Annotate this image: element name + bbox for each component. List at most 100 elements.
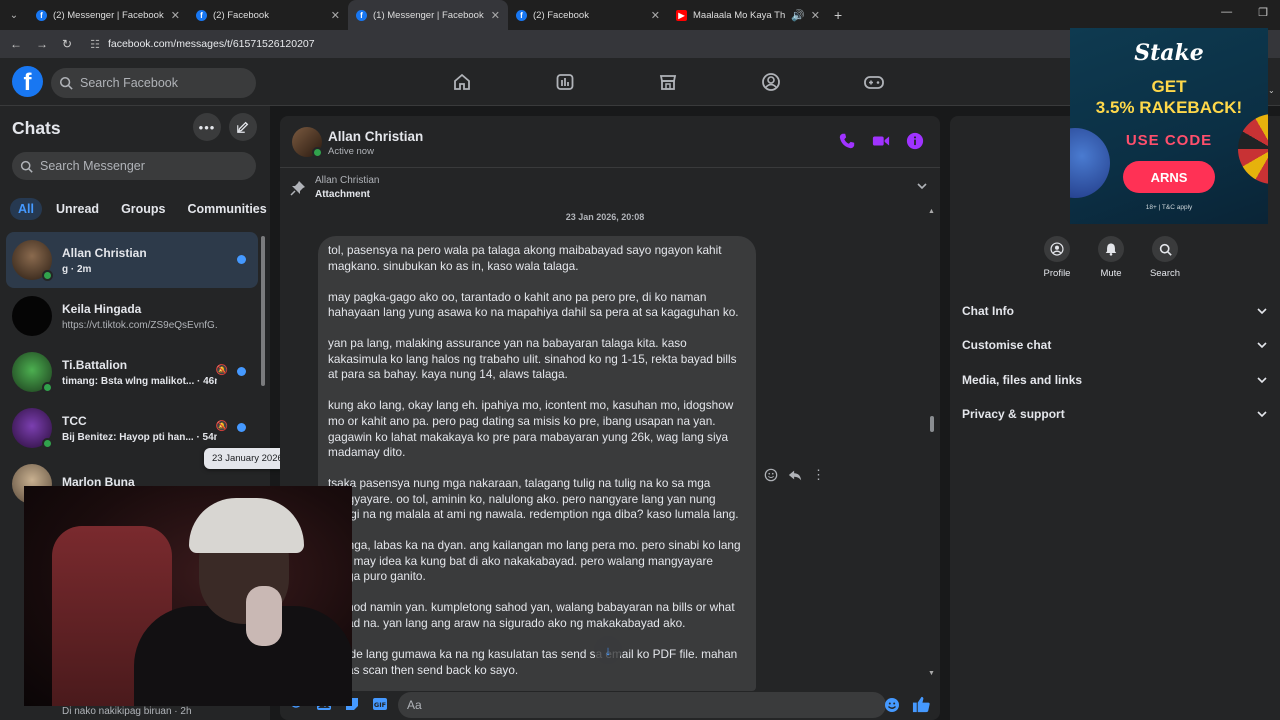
avatar[interactable]: [292, 127, 323, 158]
reload-icon[interactable]: ↻: [62, 37, 72, 51]
tab-title: (2) Facebook: [533, 9, 589, 21]
section-label: Chat Info: [962, 304, 1014, 318]
nav-gaming[interactable]: [822, 58, 925, 106]
scroll-to-bottom-button[interactable]: ↓: [594, 636, 622, 664]
close-tab-icon[interactable]: ✕: [331, 9, 340, 22]
advertisement-banner[interactable]: Stake GET 3.5% RAKEBACK! USE CODE ARNS 18…: [1070, 28, 1268, 224]
composer-placeholder: Aa: [407, 698, 422, 712]
facebook-search-input[interactable]: Search Facebook: [51, 68, 256, 98]
site-info-icon[interactable]: ☷: [90, 38, 100, 51]
nav-groups[interactable]: [719, 58, 822, 106]
browser-tab-4[interactable]: f (2) Facebook ✕: [508, 0, 668, 30]
ad-fine-print: 18+ | T&C apply: [1145, 204, 1193, 211]
chat-preview: Bij Benitez: Hayop pti han... · 54m: [62, 431, 217, 443]
filter-all[interactable]: All: [10, 198, 42, 220]
close-tab-icon[interactable]: ✕: [171, 9, 180, 22]
ad-headline-line: 3.5% RAKEBACK!: [1095, 98, 1243, 117]
marketplace-icon: [659, 75, 676, 90]
nav-marketplace[interactable]: [616, 58, 719, 106]
forward-icon[interactable]: →: [36, 37, 48, 51]
close-tab-icon[interactable]: ✕: [811, 9, 820, 22]
svg-text:GIF: GIF: [374, 701, 386, 709]
address-bar[interactable]: ☷ facebook.com/messages/t/61571526120207: [90, 38, 315, 51]
chat-item-allan-christian[interactable]: Allan Christian g · 2m: [6, 232, 258, 288]
browser-tab-5[interactable]: ▶ Maalaala Mo Kaya Theme 🔊 ✕: [668, 0, 828, 30]
back-icon[interactable]: ←: [10, 37, 22, 51]
chat-preview: Di nako nakikipag biruan · 2h: [62, 706, 192, 717]
groups-icon: [761, 73, 780, 91]
filter-communities[interactable]: Communities: [180, 198, 275, 220]
nav-home[interactable]: [410, 58, 513, 106]
info-actions: Profile Mute Search: [1040, 236, 1182, 279]
like-icon[interactable]: [912, 695, 931, 714]
section-label: Customise chat: [962, 338, 1052, 352]
search-placeholder: Search Messenger: [40, 159, 145, 173]
search-button[interactable]: Search: [1148, 236, 1182, 279]
info-icon[interactable]: [906, 132, 924, 150]
pinned-message[interactable]: Allan Christian Attachment: [280, 168, 940, 210]
scroll-up-icon[interactable]: ▲: [928, 208, 935, 215]
chat-item-ti-battalion[interactable]: Ti.Battalion timang: Bsta wlng malikot...…: [6, 344, 258, 400]
contact-status: Active now: [328, 146, 374, 157]
new-tab-button[interactable]: +: [834, 7, 842, 23]
nav-video[interactable]: [513, 58, 616, 106]
chat-item-keila-hingada[interactable]: Keila Hingada https://vt.tiktok.com/ZS9eQ…: [6, 288, 258, 344]
scroll-down-icon[interactable]: ▼: [928, 670, 935, 677]
message-paragraph: tsaka pasensya nung mga nakaraan, talaga…: [328, 476, 739, 522]
online-indicator: [42, 382, 53, 393]
filter-groups[interactable]: Groups: [113, 198, 173, 220]
tab-title: (1) Messenger | Facebook: [373, 9, 484, 21]
section-chat-info[interactable]: Chat Info: [962, 304, 1268, 318]
speaker-icon[interactable]: 🔊: [791, 9, 805, 22]
more-options-button[interactable]: •••: [193, 113, 221, 141]
chat-preview: timang: Bsta wlng malikot... · 46m: [62, 375, 217, 387]
mute-button[interactable]: Mute: [1094, 236, 1128, 279]
ad-code-button[interactable]: ARNS: [1123, 161, 1215, 193]
facebook-icon: f: [196, 9, 207, 21]
conversation-scrollbar[interactable]: [930, 416, 934, 432]
close-tab-icon[interactable]: ✕: [651, 9, 660, 22]
message-input[interactable]: Aa: [398, 692, 886, 718]
message-paragraph: may pagka-gago ako oo, tarantado o kahit…: [328, 289, 739, 320]
chat-list-scrollbar[interactable]: [261, 236, 265, 386]
message-timestamp: 23 Jan 2026, 20:08: [565, 212, 645, 222]
video-call-icon[interactable]: [872, 132, 890, 150]
home-icon: [453, 73, 470, 90]
muted-bell-icon: 🔕: [215, 421, 228, 432]
close-tab-icon[interactable]: ✕: [491, 9, 500, 22]
restore-icon[interactable]: ❐: [1258, 6, 1268, 19]
chevron-down-icon[interactable]: [916, 180, 928, 192]
emoji-icon[interactable]: [884, 697, 900, 713]
more-icon[interactable]: ⋮: [812, 468, 825, 481]
section-privacy-support[interactable]: Privacy & support: [962, 407, 1268, 421]
facebook-logo-icon[interactable]: f: [12, 66, 43, 97]
message-bubble[interactable]: tol, pasensya na pero wala pa talaga ako…: [318, 236, 756, 691]
contact-name[interactable]: Allan Christian: [328, 129, 423, 144]
tab-title: Maalaala Mo Kaya Theme: [693, 9, 786, 21]
messenger-search-input[interactable]: Search Messenger: [12, 152, 256, 180]
chat-preview: g · 2m: [62, 263, 92, 275]
reply-icon[interactable]: [788, 468, 802, 482]
browser-tab-3[interactable]: f (1) Messenger | Facebook ✕: [348, 0, 508, 30]
profile-button[interactable]: Profile: [1040, 236, 1074, 279]
ad-brand: Stake: [1134, 40, 1204, 66]
minimize-icon[interactable]: —: [1221, 6, 1232, 19]
more-icon: •••: [198, 119, 216, 135]
facebook-icon: f: [356, 9, 367, 21]
phone-call-icon[interactable]: [838, 132, 856, 150]
filter-unread[interactable]: Unread: [48, 198, 107, 220]
chevron-down-icon[interactable]: ⌄: [1268, 86, 1275, 95]
message-composer: GIF Aa: [280, 688, 940, 720]
new-message-button[interactable]: [229, 113, 257, 141]
message-actions: ⋮: [764, 468, 825, 482]
gif-icon[interactable]: GIF: [372, 696, 388, 712]
tab-search-icon[interactable]: ⌄: [0, 0, 28, 30]
online-indicator: [42, 438, 53, 449]
browser-tab-1[interactable]: f (2) Messenger | Facebook ✕: [28, 0, 188, 30]
browser-tab-2[interactable]: f (2) Facebook ✕: [188, 0, 348, 30]
react-emoji-icon[interactable]: [764, 468, 778, 482]
section-customise-chat[interactable]: Customise chat: [962, 338, 1268, 352]
pinned-label: Attachment: [315, 189, 371, 200]
section-media-files-links[interactable]: Media, files and links: [962, 373, 1268, 387]
unread-dot: [237, 255, 246, 264]
